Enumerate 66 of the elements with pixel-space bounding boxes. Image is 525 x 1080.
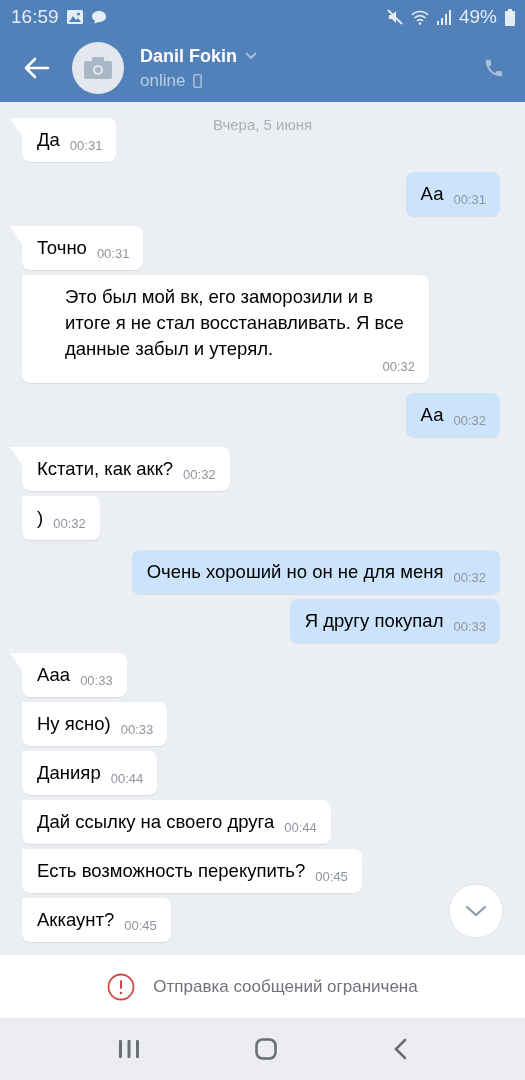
message-text: Аа	[420, 403, 444, 427]
message-text: Аа	[420, 182, 444, 206]
message-time: 00:44	[110, 771, 144, 786]
outgoing-message[interactable]: Очень хороший но он не для меня 00:32	[131, 550, 500, 594]
recent-apps-icon[interactable]	[117, 1039, 140, 1059]
incoming-message[interactable]: Ну ясно) 00:33	[22, 702, 168, 746]
message-text: Ну ясно)	[37, 712, 111, 736]
message-time: 00:32	[382, 359, 415, 374]
message-time: 00:31	[69, 138, 103, 153]
back-icon[interactable]	[393, 1038, 408, 1060]
incoming-message[interactable]: Аккаунт? 00:45	[22, 898, 171, 942]
date-label: Вчера, 5 июня	[212, 116, 313, 133]
message-time: 00:45	[315, 869, 348, 884]
message-text: Аккаунт?	[37, 908, 115, 932]
message-time: 00:32	[183, 467, 216, 482]
message-text: Точно	[37, 236, 87, 260]
back-arrow-icon[interactable]	[24, 57, 50, 79]
phone-device-icon	[193, 73, 203, 88]
incoming-message[interactable]: Да 00:31	[22, 118, 117, 162]
mute-icon	[386, 9, 403, 25]
message-time: 00:33	[80, 673, 113, 688]
message-text: Я другу покупал	[304, 609, 444, 633]
restriction-notice: Отправка сообщений ограничена	[153, 976, 418, 997]
battery-icon	[505, 8, 515, 26]
message-text: Очень хороший но он не для меня	[146, 560, 444, 584]
signal-icon	[436, 9, 451, 25]
message-text: )	[37, 506, 44, 530]
message-time: 00:31	[453, 192, 486, 207]
outgoing-message[interactable]: Аа 00:32	[405, 393, 500, 437]
incoming-message[interactable]: Это был мой вк, его заморозили и в итоге я не стал восстанавливать. Я все данные забыл и утерял. 00:32	[22, 275, 429, 383]
message-text: Кстати, как акк?	[37, 457, 174, 481]
incoming-message[interactable]: ) 00:32	[22, 496, 100, 540]
phone-icon[interactable]	[483, 57, 505, 79]
message-time: 00:32	[53, 516, 86, 531]
warning-icon	[107, 972, 136, 1001]
outgoing-message[interactable]: Я другу покупал 00:33	[289, 599, 500, 643]
contact-name[interactable]: Danil Fokin	[140, 45, 237, 67]
battery-level: 49%	[458, 6, 497, 28]
message-text: Да	[37, 128, 60, 152]
message-time: 00:33	[120, 722, 154, 737]
chat-bubble-icon	[90, 10, 107, 24]
message-time: 00:44	[284, 820, 317, 835]
incoming-message[interactable]: Дай ссылку на своего друга 00:44	[22, 800, 331, 844]
avatar-camera-icon[interactable]	[72, 42, 124, 94]
incoming-message[interactable]: Точно 00:31	[22, 226, 144, 270]
incoming-message[interactable]: Есть возможность перекупить? 00:45	[22, 849, 362, 893]
wifi-icon	[410, 9, 429, 25]
outgoing-message[interactable]: Аа 00:31	[405, 172, 500, 216]
message-time: 00:31	[96, 246, 130, 261]
message-text: Дай ссылку на своего друга	[37, 810, 275, 834]
incoming-message[interactable]: Данияр 00:44	[22, 751, 158, 795]
message-time: 00:32	[453, 413, 486, 428]
message-time: 00:32	[453, 570, 486, 585]
incoming-message[interactable]: Кстати, как акк? 00:32	[22, 447, 230, 491]
online-status: online	[140, 70, 186, 91]
image-icon	[66, 10, 83, 24]
message-text: Данияр	[37, 761, 101, 785]
message-time: 00:45	[124, 918, 157, 933]
message-text: Это был мой вк, его заморозили и в итоге я не стал восстанавливать. Я все данные забыл и утерял.	[65, 285, 405, 361]
chevron-down-icon[interactable]	[245, 52, 257, 60]
message-time: 00:33	[453, 619, 486, 634]
incoming-message[interactable]: Ааа 00:33	[22, 653, 127, 697]
home-icon[interactable]	[255, 1038, 278, 1060]
message-text: Есть возможность перекупить?	[37, 859, 306, 883]
status-time: 16:59	[11, 6, 59, 28]
message-text: Ааа	[37, 663, 71, 687]
